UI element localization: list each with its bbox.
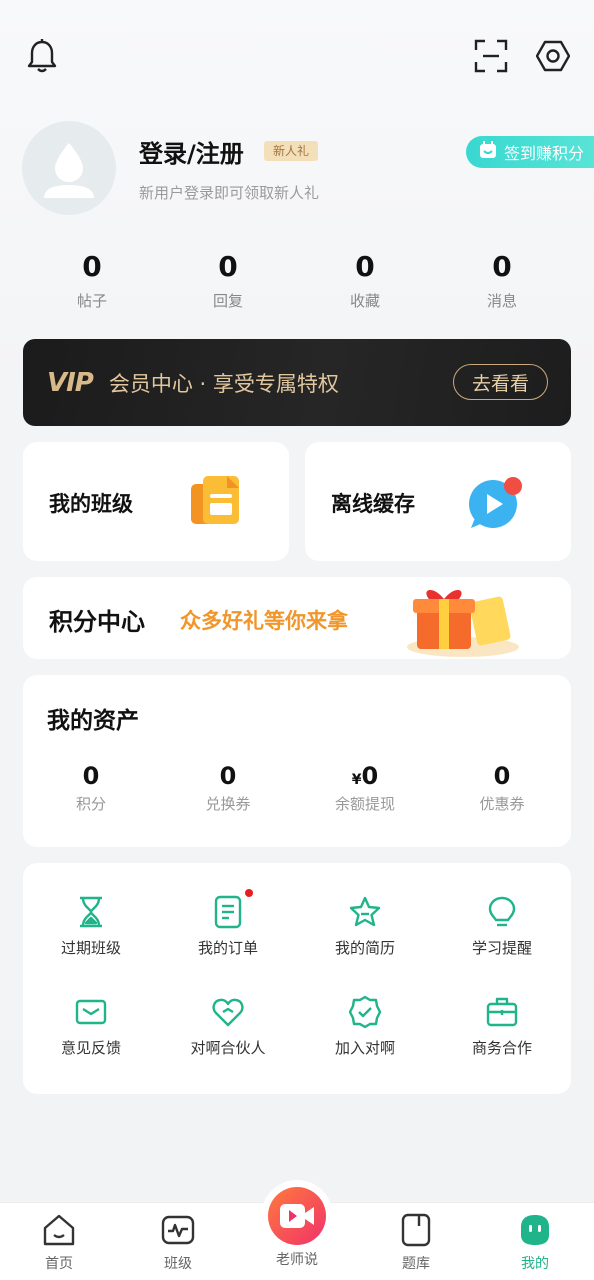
asset-label: 优惠券 bbox=[479, 795, 525, 813]
avatar[interactable] bbox=[22, 121, 116, 215]
asset-prefix: ¥ bbox=[351, 772, 362, 788]
nav-mine[interactable]: 我的 bbox=[476, 1213, 594, 1273]
asset-vouchers[interactable]: 0 兑换券 bbox=[168, 761, 288, 814]
mail-icon bbox=[74, 995, 108, 1029]
stat-label: 收藏 bbox=[349, 292, 380, 310]
stat-posts[interactable]: 0 帖子 bbox=[32, 250, 152, 311]
stat-label: 消息 bbox=[486, 292, 517, 310]
my-assets-title: 我的资产 bbox=[47, 708, 139, 734]
stat-favorites[interactable]: 0 收藏 bbox=[305, 250, 425, 311]
asset-value: 0 bbox=[442, 761, 562, 791]
login-register-link[interactable]: 登录/注册 bbox=[139, 134, 244, 169]
asset-coupons[interactable]: 0 优惠券 bbox=[442, 761, 562, 814]
stat-value: 0 bbox=[355, 250, 375, 283]
checkin-button[interactable]: 签到赚积分 bbox=[466, 136, 594, 168]
check-badge-icon bbox=[348, 995, 382, 1029]
tool-feedback[interactable]: 意见反馈 bbox=[23, 995, 159, 1058]
heart-icon bbox=[211, 995, 245, 1029]
asset-number: 0 bbox=[82, 762, 100, 790]
tool-my-resume[interactable]: 我的简历 bbox=[297, 895, 433, 958]
nav-home[interactable]: 首页 bbox=[0, 1213, 118, 1273]
login-hint: 新用户登录即可领取新人礼 bbox=[139, 184, 320, 202]
tool-label: 过期班级 bbox=[60, 939, 121, 957]
asset-number: 0 bbox=[493, 762, 511, 790]
tool-label: 我的简历 bbox=[334, 939, 395, 957]
newbie-gift-badge: 新人礼 bbox=[264, 141, 319, 161]
asset-label: 积分 bbox=[75, 795, 106, 813]
stat-value: 0 bbox=[492, 250, 512, 283]
asset-value: 0 bbox=[168, 761, 288, 791]
nav-class[interactable]: 班级 bbox=[119, 1213, 237, 1273]
stat-label: 回复 bbox=[212, 292, 243, 310]
briefcase-icon bbox=[485, 995, 519, 1029]
asset-number: 0 bbox=[361, 762, 379, 790]
video-camera-icon bbox=[268, 1187, 326, 1245]
nav-label: 题库 bbox=[402, 1256, 430, 1272]
asset-points[interactable]: 0 积分 bbox=[31, 761, 151, 814]
asset-label: 余额提现 bbox=[334, 795, 395, 813]
tool-business[interactable]: 商务合作 bbox=[434, 995, 570, 1058]
asset-label: 兑换券 bbox=[205, 795, 251, 813]
settings-hexagon-icon[interactable] bbox=[532, 36, 574, 76]
star-icon bbox=[348, 895, 382, 929]
tool-label: 对啊合伙人 bbox=[190, 1039, 266, 1057]
stat-label: 帖子 bbox=[76, 292, 107, 310]
vip-logo: VIP bbox=[47, 367, 94, 398]
my-assets-card: 我的资产 0 积分 0 兑换券 ¥0 余额提现 0 优惠券 bbox=[23, 675, 571, 847]
vip-go-button[interactable]: 去看看 bbox=[453, 364, 548, 400]
book-icon bbox=[399, 1213, 433, 1247]
offline-cache-card[interactable]: 离线缓存 bbox=[305, 442, 571, 561]
mine-face-icon bbox=[518, 1213, 552, 1247]
bell-icon[interactable] bbox=[22, 36, 62, 76]
stat-value: 0 bbox=[82, 250, 102, 283]
checkin-label: 签到赚积分 bbox=[504, 144, 585, 163]
video-play-icon bbox=[467, 476, 525, 534]
tool-partner[interactable]: 对啊合伙人 bbox=[160, 995, 296, 1058]
offline-cache-title: 离线缓存 bbox=[331, 492, 415, 516]
tool-expired-classes[interactable]: 过期班级 bbox=[23, 895, 159, 958]
tool-join-us[interactable]: 加入对啊 bbox=[297, 995, 433, 1058]
asset-number: 0 bbox=[219, 762, 237, 790]
tool-label: 商务合作 bbox=[471, 1039, 532, 1057]
asset-balance[interactable]: ¥0 余额提现 bbox=[305, 761, 425, 814]
nav-label: 首页 bbox=[45, 1256, 73, 1272]
nav-label: 我的 bbox=[521, 1256, 549, 1272]
my-class-title: 我的班级 bbox=[49, 492, 133, 516]
tools-grid: 过期班级 我的订单 我的简历 学习提醒 意见反馈 对啊合伙人 加入对啊 商务合作 bbox=[23, 863, 571, 1094]
pulse-monitor-icon bbox=[161, 1213, 195, 1247]
scan-icon[interactable] bbox=[470, 36, 512, 76]
nav-question-bank[interactable]: 题库 bbox=[357, 1213, 475, 1273]
stat-replies[interactable]: 0 回复 bbox=[168, 250, 288, 311]
points-center-card[interactable]: 积分中心 众多好礼等你来拿 bbox=[23, 577, 571, 659]
asset-value: ¥0 bbox=[305, 761, 425, 791]
tool-label: 学习提醒 bbox=[471, 939, 532, 957]
asset-value: 0 bbox=[31, 761, 151, 791]
tool-study-reminder[interactable]: 学习提醒 bbox=[434, 895, 570, 958]
bulb-icon bbox=[485, 895, 519, 929]
nav-label: 班级 bbox=[164, 1256, 192, 1272]
gift-box-icon bbox=[403, 583, 523, 663]
calendar-icon bbox=[478, 140, 498, 164]
nav-teacher[interactable] bbox=[261, 1180, 333, 1252]
tool-my-orders[interactable]: 我的订单 bbox=[160, 889, 296, 958]
order-icon bbox=[211, 889, 253, 929]
stat-value: 0 bbox=[218, 250, 238, 283]
my-class-card[interactable]: 我的班级 bbox=[23, 442, 289, 561]
vip-title: 会员中心 · 享受专属特权 bbox=[108, 371, 339, 396]
points-center-subtitle: 众多好礼等你来拿 bbox=[180, 609, 348, 633]
tool-label: 我的订单 bbox=[197, 939, 258, 957]
nav-label: 老师说 bbox=[276, 1252, 318, 1268]
notification-dot bbox=[245, 889, 253, 897]
tool-label: 意见反馈 bbox=[60, 1039, 121, 1057]
document-folder-icon bbox=[189, 474, 243, 532]
points-center-title: 积分中心 bbox=[49, 608, 145, 636]
home-icon bbox=[42, 1213, 76, 1247]
stat-messages[interactable]: 0 消息 bbox=[442, 250, 562, 311]
vip-banner[interactable]: VIP 会员中心 · 享受专属特权 去看看 bbox=[23, 339, 571, 426]
hourglass-icon bbox=[74, 895, 108, 929]
tool-label: 加入对啊 bbox=[334, 1039, 395, 1057]
